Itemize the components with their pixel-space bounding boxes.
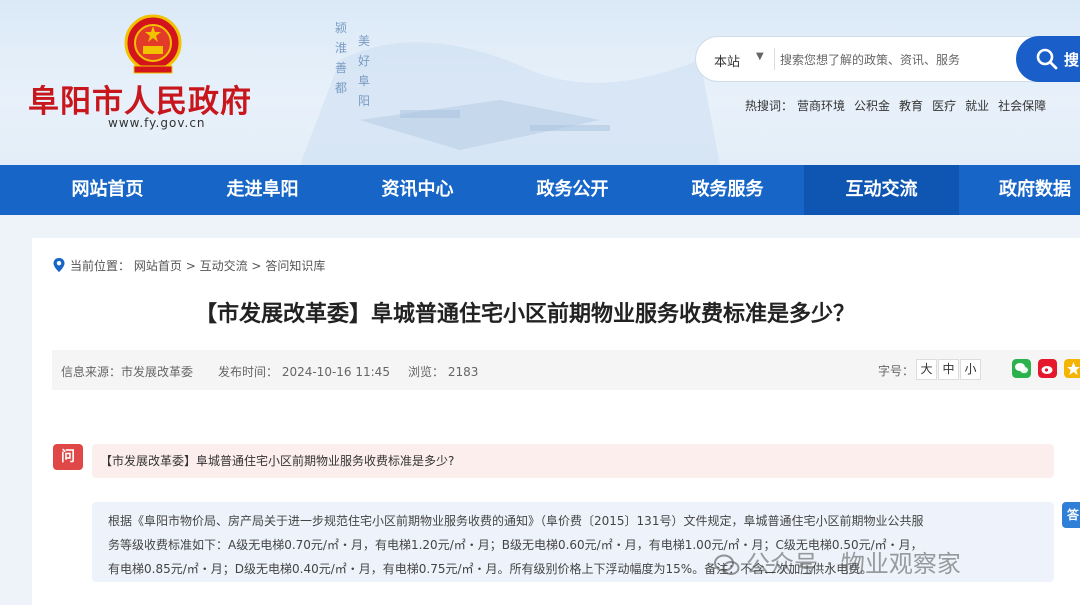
nav-item-interaction[interactable]: 互动交流: [804, 165, 959, 215]
question-text: 【市发展改革委】阜城普通住宅小区前期物业服务收费标准是多少?: [92, 444, 1054, 478]
publish-time: 发布时间： 2024-10-16 11:45: [218, 365, 390, 379]
breadcrumb-sep: >: [185, 259, 196, 273]
weibo-share-icon[interactable]: [1038, 359, 1057, 378]
calligraphy-char: 美: [358, 34, 370, 48]
watermark: 公众号 · 物业观察家: [714, 544, 961, 579]
nav-item-services[interactable]: 政务服务: [650, 165, 805, 215]
header-decoration: 颍 淮 善 都 美 好 阜 阳: [300, 21, 720, 165]
font-size-medium-button[interactable]: 中: [938, 359, 959, 380]
nav-item-data[interactable]: 政府数据: [959, 165, 1080, 215]
nav-item-home[interactable]: 网站首页: [30, 165, 185, 215]
calligraphy-char: 颍: [335, 21, 347, 35]
calligraphy-char: 淮: [335, 41, 347, 55]
answer-icon: 答: [1062, 502, 1080, 528]
article-meta-bar: 信息来源：市发展改革委 发布时间： 2024-10-16 11:45 浏览： 2…: [52, 350, 1080, 390]
breadcrumb-link-interaction[interactable]: 互动交流: [200, 259, 248, 273]
breadcrumb-link-knowledge[interactable]: 答问知识库: [265, 259, 325, 273]
font-size-label: 字号：: [878, 364, 915, 378]
nav-item-news[interactable]: 资讯中心: [340, 165, 495, 215]
hot-search-label: 热搜词：: [745, 99, 794, 113]
wechat-share-icon[interactable]: [1012, 359, 1031, 378]
breadcrumb-label: 当前位置：: [70, 259, 131, 273]
search-button-label: 搜: [1064, 51, 1080, 69]
search-button[interactable]: 搜: [1016, 36, 1080, 82]
breadcrumb-link-home[interactable]: 网站首页: [134, 259, 182, 273]
calligraphy-char: 阳: [358, 94, 370, 108]
calligraphy-char: 善: [335, 60, 347, 75]
answer-line: 根据《阜阳市物价局、房产局关于进一步规范住宅小区前期物业服务收费的通知》（阜价费…: [108, 514, 924, 528]
calligraphy-char: 好: [358, 54, 370, 68]
source-text: 信息来源：市发展改革委: [61, 365, 194, 379]
site-url: www.fy.gov.cn: [108, 116, 206, 130]
page-title: 【市发展改革委】阜城普通住宅小区前期物业服务收费标准是多少？: [194, 302, 855, 327]
wechat-icon: [714, 554, 740, 575]
location-pin-icon: [53, 258, 65, 272]
main-nav: 网站首页 走进阜阳 资讯中心 政务公开 政务服务 互动交流 政府数据: [0, 165, 1080, 215]
view-count: 浏览： 2183: [408, 365, 479, 379]
qzone-share-icon[interactable]: [1064, 359, 1080, 378]
breadcrumb: 当前位置： 网站首页 > 互动交流 > 答问知识库: [52, 257, 325, 274]
calligraphy-char: 阜: [358, 74, 370, 88]
hot-word-link[interactable]: 教育: [899, 99, 923, 113]
hot-search: 热搜词： 营商环境 公积金 教育 医疗 就业 社会保障: [745, 97, 1055, 114]
nav-item-about[interactable]: 走进阜阳: [185, 165, 340, 215]
watermark-text: 公众号 · 物业观察家: [746, 550, 961, 578]
chevron-down-icon[interactable]: ▼: [756, 51, 764, 62]
hot-word-link[interactable]: 营商环境: [797, 99, 845, 113]
site-name: 阜阳市人民政府: [28, 84, 252, 120]
search-input[interactable]: [780, 49, 1000, 71]
divider: [774, 48, 775, 70]
font-size-small-button[interactable]: 小: [960, 359, 981, 380]
breadcrumb-sep: >: [251, 259, 262, 273]
national-emblem-icon: [124, 14, 182, 74]
nav-item-open-gov[interactable]: 政务公开: [495, 165, 650, 215]
question-icon: 问: [53, 444, 83, 470]
hot-word-link[interactable]: 就业: [965, 99, 989, 113]
calligraphy-char: 都: [335, 81, 347, 95]
search-icon: [1036, 48, 1058, 70]
hot-word-link[interactable]: 公积金: [854, 99, 890, 113]
font-size-large-button[interactable]: 大: [916, 359, 937, 380]
hot-word-link[interactable]: 医疗: [932, 99, 956, 113]
site-header: 颍 淮 善 都 美 好 阜 阳 阜阳市人民政府 www.fy.gov.cn 本站…: [0, 0, 1080, 165]
hot-word-link[interactable]: 社会保障: [998, 99, 1046, 113]
search-scope-select[interactable]: 本站: [714, 51, 740, 70]
